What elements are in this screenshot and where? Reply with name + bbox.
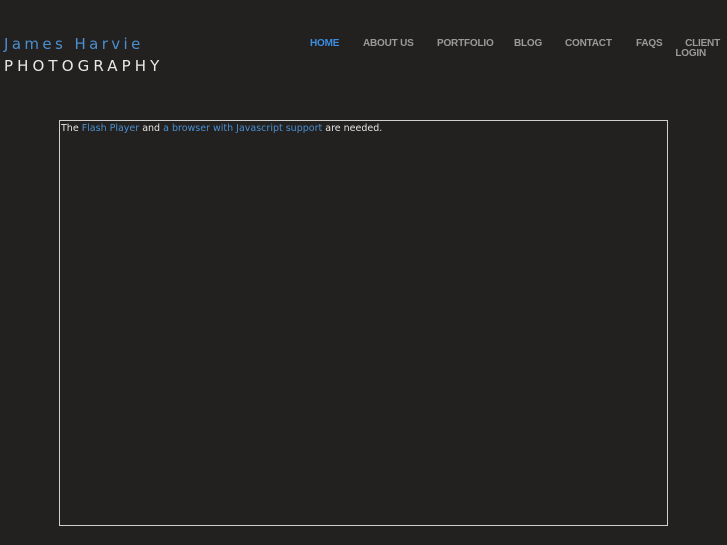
- nav-about-us[interactable]: ABOUT US: [363, 39, 414, 49]
- nav-faqs[interactable]: FAQS: [636, 39, 663, 49]
- nav-contact[interactable]: CONTACT: [565, 39, 612, 49]
- notice-prefix: The: [61, 123, 79, 134]
- browser-javascript-link[interactable]: a browser with Javascript support: [163, 123, 322, 134]
- nav-client-login-line2: LOGIN: [675, 48, 706, 59]
- nav-portfolio[interactable]: PORTFOLIO: [437, 39, 494, 49]
- notice-suffix: are needed.: [325, 123, 383, 134]
- nav-blog[interactable]: BLOG: [514, 39, 542, 49]
- notice-middle: and: [142, 123, 161, 134]
- page: James Harvie PHOTOGRAPHY HOME ABOUT US P…: [0, 0, 727, 545]
- nav-client-login[interactable]: CLIENT LOGIN: [670, 39, 720, 59]
- flash-player-link[interactable]: Flash Player: [82, 123, 139, 134]
- main-nav: HOME ABOUT US PORTFOLIO BLOG CONTACT FAQ…: [0, 39, 727, 69]
- flash-content-area: The Flash Player and a browser with Java…: [59, 120, 668, 526]
- nav-home[interactable]: HOME: [310, 39, 339, 49]
- flash-notice: The Flash Player and a browser with Java…: [61, 123, 382, 134]
